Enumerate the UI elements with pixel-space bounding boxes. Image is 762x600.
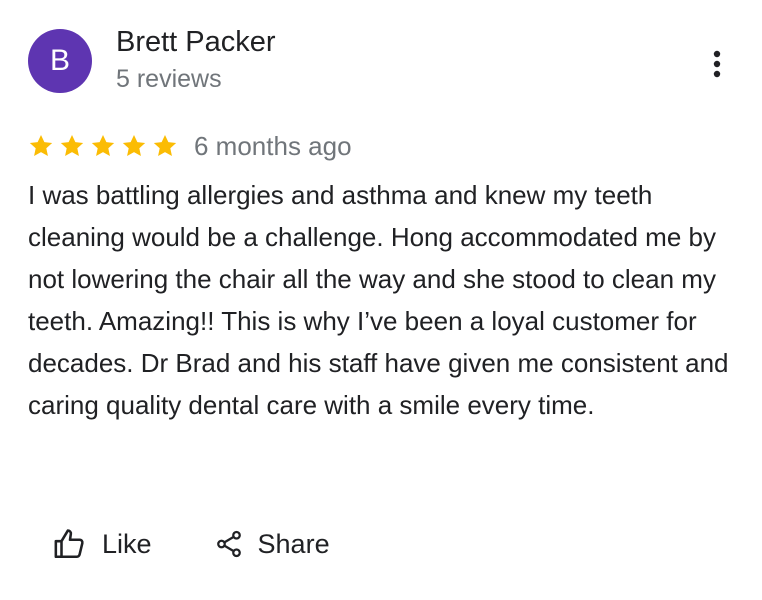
share-label: Share <box>257 529 330 559</box>
more-vert-icon <box>713 50 721 78</box>
like-button[interactable]: Like <box>52 524 152 564</box>
thumb-up-icon <box>54 529 84 559</box>
review-text: I was battling allergies and asthma and … <box>28 180 729 420</box>
review-date: 6 months ago <box>194 131 352 161</box>
rating-row: 6 months ago <box>28 128 352 164</box>
review-actions: Like Share <box>52 524 330 564</box>
share-button[interactable]: Share <box>214 524 330 564</box>
star-icon <box>153 134 177 156</box>
review-count: 5 reviews <box>116 65 222 93</box>
avatar-initial: B <box>49 44 70 77</box>
author-name[interactable]: Brett Packer <box>116 23 276 61</box>
more-options-button[interactable] <box>700 44 734 84</box>
star-icon <box>122 134 146 156</box>
star-icon <box>29 134 53 156</box>
star-icon <box>91 134 115 156</box>
like-label: Like <box>102 529 152 559</box>
review-card: B Brett Packer 5 reviews 6 months ago I … <box>0 0 762 600</box>
star-rating <box>28 133 183 159</box>
share-icon <box>216 530 241 558</box>
star-icon <box>60 134 84 156</box>
avatar[interactable]: B <box>28 29 92 93</box>
